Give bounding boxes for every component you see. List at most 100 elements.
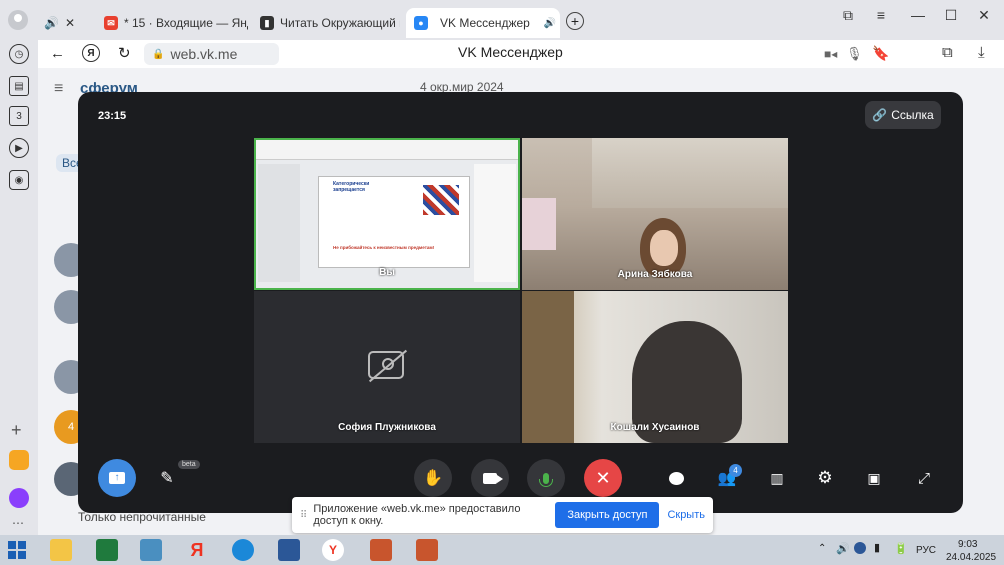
slide-stripes [423,185,459,215]
microphone-icon [539,472,553,487]
copy-link-button[interactable]: 🔗 Ссылка [865,101,941,129]
clock-date[interactable]: 24.04.2025 [946,552,996,563]
person-face [650,230,678,266]
url-text: web.vk.me [170,46,238,62]
grid-layout-icon: ▥ [770,469,784,486]
vk-messenger-icon: ● [414,16,428,30]
minimize-icon[interactable]: — [904,6,932,24]
extensions-icon[interactable]: ⧉ [942,44,953,61]
chat-button[interactable] [657,459,695,497]
book-icon: ▮ [260,16,274,30]
maximize-icon[interactable]: ☐ [937,6,965,24]
app-icon[interactable] [140,539,162,561]
powerpoint-icon[interactable] [416,539,438,561]
raise-hand-button[interactable]: ✋ [414,459,452,497]
powerpoint-icon[interactable] [370,539,392,561]
window-sharing-banner: ⠿ Приложение «web.vk.me» предоставило до… [292,497,713,533]
bookmarks-icon[interactable]: ⧉ [834,6,862,24]
tab-mail[interactable]: ✉ * 15 · Входящие — Яндекс [96,8,248,38]
video-permission-icon[interactable]: ■◂ [824,47,837,61]
slide-footer: Не прибожайтесь к неизвестным предметам! [333,245,435,250]
participant-tile-sofia[interactable]: София Плужникова [254,291,520,443]
volume-icon[interactable]: 🔊 [836,542,850,555]
participant-tile-self[interactable]: Категорически запрещается Не прибожайтес… [254,138,520,290]
participant-name: София Плужникова [338,422,436,433]
shared-slide: Категорически запрещается Не прибожайтес… [318,176,470,268]
play-icon[interactable]: ▶ [9,138,29,158]
tab-close-icon[interactable]: ✕ [65,16,75,30]
settings-button[interactable]: ⚙ [806,459,844,497]
mail-app-icon[interactable] [9,450,29,470]
file-explorer-icon[interactable] [50,539,72,561]
hamburger-icon[interactable]: ≡ [54,80,63,98]
hide-link[interactable]: Скрыть [667,509,705,521]
slide-thumbnails [258,164,300,282]
alice-icon[interactable] [9,488,29,508]
menu-icon[interactable]: ≡ [867,6,895,24]
microphone-button[interactable] [527,459,565,497]
camera-button[interactable] [471,459,509,497]
tab-vk-messenger[interactable]: ● VK Мессенджер 🔊 ✕ [406,8,560,38]
slide-title: Категорически запрещается [333,181,370,193]
microphone-permission-icon[interactable]: 🎙 [846,46,863,62]
share-screen-button[interactable]: ↑ [98,459,136,497]
bookmark-icon[interactable]: 🔖 [872,45,889,62]
language-indicator[interactable]: РУС [916,545,936,556]
tab-label: Читать Окружающий мир [280,16,400,30]
banner-message: Приложение «web.vk.me» предоставило дост… [313,503,521,527]
wifi-icon[interactable]: ▮ [874,541,880,554]
shared-right-panel [474,164,516,282]
page-title: VK Мессенджер [458,44,563,60]
link-icon: 🔗 [872,108,888,122]
add-icon[interactable]: + [11,420,22,441]
participants-count-badge: 4 [729,464,742,477]
layout-button[interactable]: ▥ [758,459,796,497]
url-field[interactable]: 🔒 web.vk.me [144,43,279,65]
yandex-icon[interactable]: Я [82,44,100,62]
back-icon[interactable]: ← [50,45,65,62]
profile-avatar[interactable] [8,10,28,30]
clock-time[interactable]: 9:03 [958,539,977,550]
tab-book[interactable]: ▮ Читать Окружающий мир [252,8,400,38]
close-icon: ✕ [595,467,611,488]
excel-icon[interactable] [96,539,118,561]
reload-icon[interactable]: ↻ [118,44,131,62]
edge-icon[interactable] [232,539,254,561]
yandex-browser-icon[interactable]: Я [186,539,208,561]
tabs-count-icon[interactable]: 3 [9,106,29,126]
word-icon[interactable] [278,539,300,561]
fullscreen-button[interactable]: ⤢ [905,459,943,497]
network-icon[interactable] [854,542,866,554]
tab-label: * 15 · Входящие — Яндекс [124,16,248,30]
end-call-button[interactable]: ✕ [584,459,622,497]
collections-icon[interactable]: ▤ [9,76,29,96]
drag-handle-icon[interactable]: ⠿ [300,510,307,521]
tray-expand-icon[interactable]: ⌃ [818,543,826,554]
tab-audio[interactable]: 🔊 ✕ [36,8,88,38]
gear-icon: ⚙ [817,468,833,487]
close-window-icon[interactable]: ✕ [970,6,998,24]
chat-bubble-icon [668,471,684,485]
camera-icon[interactable]: ◉ [9,170,29,190]
lock-icon: 🔒 [152,48,165,60]
windows-start-icon[interactable] [8,541,26,559]
more-icon[interactable]: ⋯ [12,516,24,530]
beta-badge: beta [178,460,200,469]
expand-icon: ⤢ [917,469,930,487]
download-icon[interactable]: ⤓ [978,44,985,61]
tab-label: VK Мессенджер [440,16,530,30]
hand-icon: ✋ [423,470,443,487]
participant-tile-koshali[interactable]: Кошали Хусаинов [522,291,788,443]
doorway [522,291,574,443]
call-window: 23:15 🔗 Ссылка Категорически запрещается… [78,92,963,513]
new-tab-icon[interactable]: + [566,12,584,30]
participant-name: Арина Зябкова [617,269,693,280]
participants-button[interactable]: 👥 [708,459,746,497]
yandex-app-icon[interactable]: Y [322,539,344,561]
picture-in-picture-button[interactable]: ▣ [855,459,893,497]
participant-tile-arina[interactable]: Арина Зябкова [522,138,788,290]
battery-icon[interactable]: 🔋 [894,542,908,555]
wall-poster [522,198,556,250]
history-icon[interactable]: ◷ [9,44,29,64]
close-access-button[interactable]: Закрыть доступ [555,502,660,528]
